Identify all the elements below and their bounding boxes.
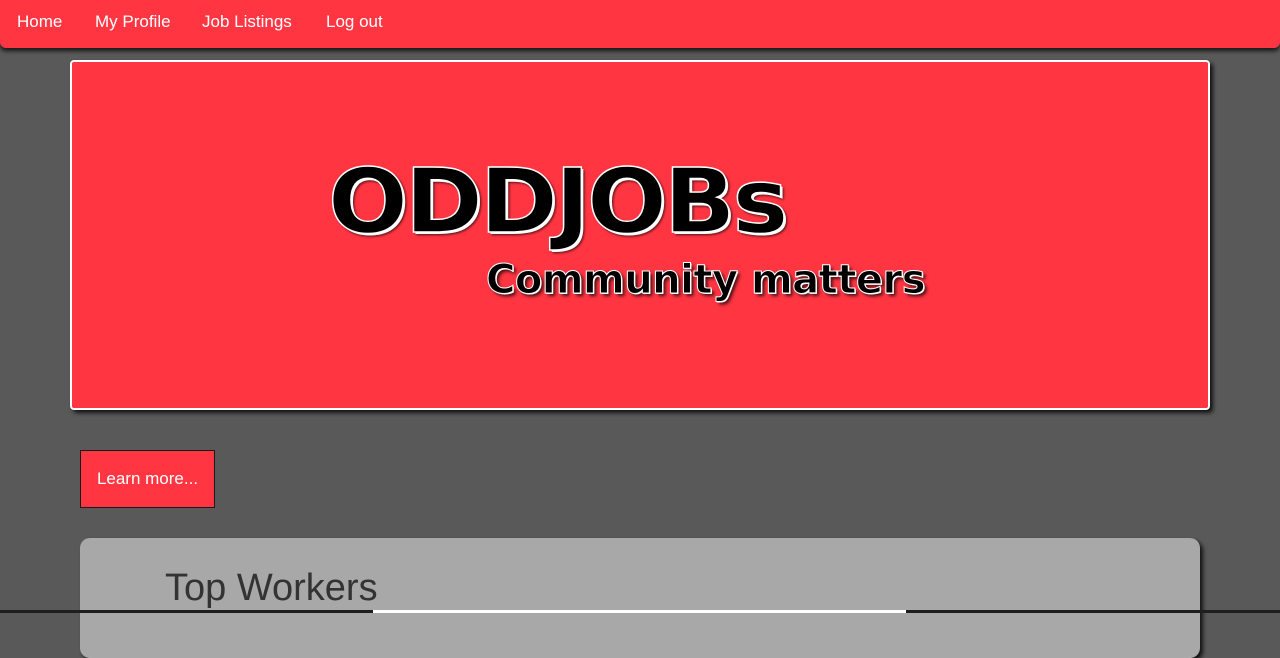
top-navbar: Home My Profile Job Listings Log out	[0, 0, 1280, 48]
learn-more-button[interactable]: Learn more...	[80, 450, 215, 508]
nav-link-job-listings[interactable]: Job Listings	[202, 12, 292, 32]
hero-banner: ODDJOBs Community matters	[70, 60, 1210, 410]
nav-link-my-profile[interactable]: My Profile	[95, 12, 171, 32]
top-workers-panel: Top Workers	[80, 538, 1200, 658]
nav-link-home[interactable]: Home	[17, 12, 62, 32]
logo-title: ODDJOBs	[327, 150, 789, 254]
nav-link-log-out[interactable]: Log out	[326, 12, 383, 32]
top-workers-heading: Top Workers	[165, 567, 378, 609]
logo-tagline: Community matters	[485, 257, 926, 303]
